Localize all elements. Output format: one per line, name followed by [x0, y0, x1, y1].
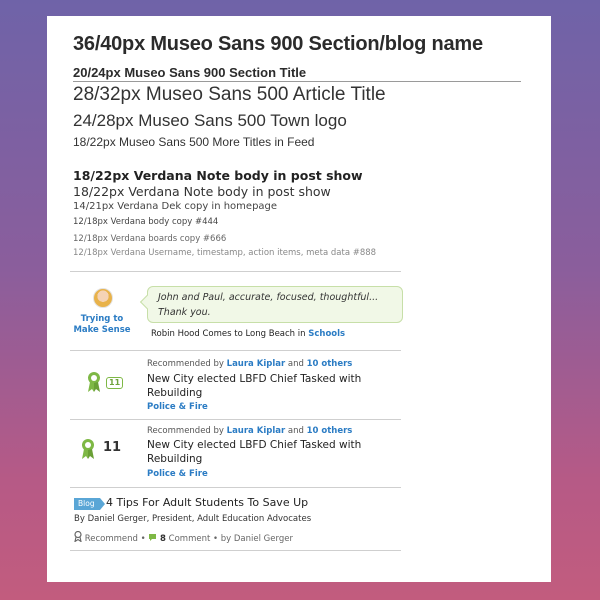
divider: [70, 487, 401, 488]
story-line: Robin Hood Comes to Long Beach in School…: [151, 329, 345, 339]
blog-byline: By Daniel Gerger, President, Adult Educa…: [74, 514, 312, 524]
boards-copy-sample: 12/18px Verdana boards copy #666: [73, 234, 227, 244]
story-title-link[interactable]: New City elected LBFD Chief Tasked with …: [147, 372, 367, 400]
separator: •: [140, 534, 146, 544]
typography-card: 36/40px Museo Sans 900 Section/blog name…: [47, 16, 551, 582]
recommend-count: 11: [103, 440, 122, 455]
recommended-by-label: Recommended by: [147, 359, 224, 369]
recommended-by-line: Recommended by Laura Kiplar and 10 other…: [147, 359, 352, 369]
divider: [70, 271, 401, 272]
divider: [70, 350, 401, 351]
article-title-sample: 28/32px Museo Sans 500 Article Title: [73, 84, 386, 105]
blog-tag-badge[interactable]: Blog: [74, 498, 105, 510]
recommend-count-badge: 11: [106, 377, 124, 389]
author-name-link[interactable]: Trying to Make Sense: [67, 314, 137, 336]
comment-icon: [149, 534, 157, 541]
avatar[interactable]: [93, 288, 113, 308]
town-logo-sample: 24/28px Museo Sans 500 Town logo: [73, 111, 347, 130]
story-title-link[interactable]: Robin Hood Comes to Long Beach: [151, 329, 295, 339]
blog-author-meta: • by Daniel Gerger: [213, 534, 293, 544]
category-link[interactable]: Police & Fire: [147, 402, 208, 412]
recommender-link[interactable]: Laura Kiplar: [227, 359, 286, 369]
ribbon-icon: [74, 530, 82, 543]
section-title-sample: 20/24px Museo Sans 900 Section Title: [73, 65, 307, 80]
others-link[interactable]: 10 others: [307, 426, 353, 436]
section-link[interactable]: Schools: [308, 329, 345, 339]
ribbon-icon: [88, 372, 100, 392]
blog-title-link[interactable]: 4 Tips For Adult Students To Save Up: [106, 496, 308, 509]
recommended-by-label: Recommended by: [147, 426, 224, 436]
divider: [73, 81, 521, 82]
story-title-link[interactable]: New City elected LBFD Chief Tasked with …: [147, 438, 367, 466]
and-label: and: [287, 359, 304, 369]
more-titles-sample: 18/22px Museo Sans 500 More Titles in Fe…: [73, 135, 315, 149]
comment-button[interactable]: Comment: [169, 534, 211, 544]
dek-copy-sample: 14/21px Verdana Dek copy in homepage: [73, 201, 278, 212]
recommender-link[interactable]: Laura Kiplar: [227, 426, 286, 436]
note-body-sample: 18/22px Verdana Note body in post show: [73, 184, 331, 199]
comment-count: 8: [160, 534, 166, 544]
section-blog-name-sample: 36/40px Museo Sans 900 Section/blog name: [73, 33, 483, 55]
blog-actions-row: Recommend • 8 Comment • by Daniel Gerger: [74, 530, 293, 544]
in-label: in: [297, 329, 306, 339]
others-link[interactable]: 10 others: [307, 359, 353, 369]
body-copy-sample: 12/18px Verdana body copy #444: [73, 217, 219, 227]
quote-text: John and Paul, accurate, focused, though…: [158, 292, 379, 318]
ribbon-icon: [82, 439, 94, 459]
and-label: and: [287, 426, 304, 436]
recommend-button[interactable]: Recommend: [85, 534, 138, 544]
recommended-by-line: Recommended by Laura Kiplar and 10 other…: [147, 426, 352, 436]
note-body-bold-sample: 18/22px Verdana Note body in post show: [73, 168, 363, 183]
meta-copy-sample: 12/18px Verdana Username, timestamp, act…: [73, 248, 377, 258]
divider: [70, 419, 401, 420]
category-link[interactable]: Police & Fire: [147, 469, 208, 479]
divider: [70, 550, 401, 551]
